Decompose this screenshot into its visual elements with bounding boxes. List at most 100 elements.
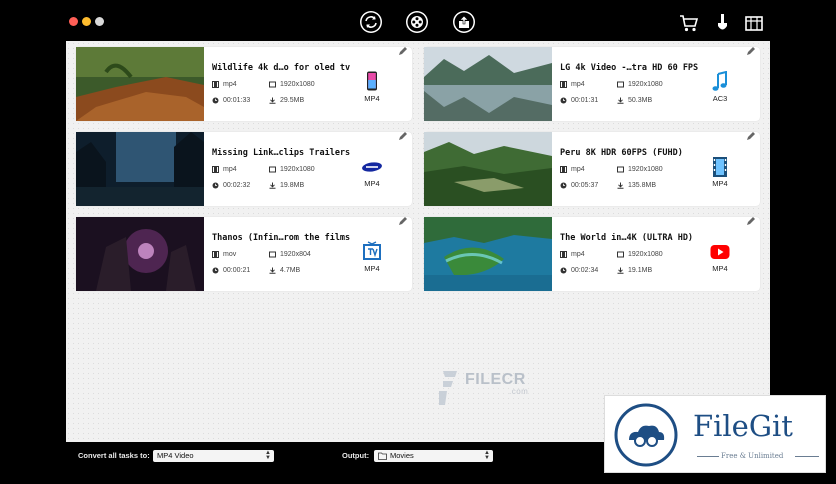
download-icon xyxy=(617,97,624,104)
video-resolution: 1920x804 xyxy=(280,251,311,258)
resolution-info: 1920x1080 xyxy=(617,251,663,258)
duration-info: 00:01:33 xyxy=(212,97,250,104)
video-duration: 00:02:34 xyxy=(571,267,599,274)
video-thumbnail[interactable] xyxy=(76,132,204,206)
zoom-window-button[interactable] xyxy=(95,17,104,26)
video-resolution: 1920x1080 xyxy=(628,166,663,173)
video-thumbnail[interactable] xyxy=(76,47,204,121)
share-icon[interactable] xyxy=(452,10,476,34)
film-icon xyxy=(560,251,567,258)
resolution-info: 1920x804 xyxy=(269,251,311,258)
resolution-icon xyxy=(617,251,624,258)
iphone-icon xyxy=(367,71,377,91)
toolbox-icon[interactable] xyxy=(744,13,764,33)
filegit-tagline: Free & Unlimited xyxy=(721,452,784,460)
video-format: mp4 xyxy=(223,81,237,88)
video-duration: 00:05:37 xyxy=(571,182,599,189)
output-format-button[interactable]: MP4 xyxy=(358,241,386,273)
video-task-card[interactable]: Peru 8K HDR 60FPS (FUHD) mp4 1920x1080 0… xyxy=(424,132,760,206)
video-format: mp4 xyxy=(571,166,585,173)
pencil-icon[interactable] xyxy=(745,46,756,57)
output-format-button[interactable]: MP4 xyxy=(358,156,386,188)
video-task-card[interactable]: Thanos (Infin…rom the films mov 1920x804… xyxy=(76,217,412,291)
resolution-icon xyxy=(269,166,276,173)
task-list-area: Wildlife 4k d…o for oled tv mp4 1920x108… xyxy=(66,41,770,442)
video-resolution: 1920x1080 xyxy=(628,81,663,88)
film-icon xyxy=(560,81,567,88)
filecr-watermark: FILECR .com xyxy=(465,371,528,396)
download-icon xyxy=(269,267,276,274)
film-icon xyxy=(212,81,219,88)
video-title: The World in…4K (ULTRA HD) xyxy=(560,233,694,243)
video-title: Thanos (Infin…rom the films xyxy=(212,233,351,243)
format-info: mp4 xyxy=(212,166,237,173)
close-window-button[interactable] xyxy=(69,17,78,26)
download-icon xyxy=(269,182,276,189)
format-info: mp4 xyxy=(560,166,585,173)
film-reel-icon[interactable] xyxy=(405,10,429,34)
pencil-icon[interactable] xyxy=(745,131,756,142)
video-title: LG 4k Video -…tra HD 60 FPS xyxy=(560,63,699,73)
tv-icon xyxy=(363,241,381,260)
pencil-icon[interactable] xyxy=(397,216,408,227)
output-format-button[interactable]: MP4 xyxy=(358,71,386,103)
brush-icon[interactable] xyxy=(712,13,732,33)
divider xyxy=(795,456,819,457)
app-window: Wildlife 4k d…o for oled tv mp4 1920x108… xyxy=(0,0,836,484)
pencil-icon[interactable] xyxy=(745,216,756,227)
resolution-icon xyxy=(617,81,624,88)
pencil-icon[interactable] xyxy=(397,46,408,57)
video-resolution: 1920x1080 xyxy=(628,251,663,258)
output-format-label: MP4 xyxy=(364,94,380,103)
filecr-logo-icon xyxy=(439,371,457,405)
size-info: 19.1MB xyxy=(617,267,652,274)
output-format-label: MP4 xyxy=(364,179,380,188)
cart-icon[interactable] xyxy=(679,13,699,33)
filegit-watermark: FileGit Free & Unlimited xyxy=(604,395,826,473)
music-note-icon xyxy=(712,71,727,91)
resolution-icon xyxy=(269,81,276,88)
format-info: mov xyxy=(212,251,236,258)
video-thumbnail[interactable] xyxy=(76,217,204,291)
video-thumbnail[interactable] xyxy=(424,47,552,121)
video-thumbnail[interactable] xyxy=(424,217,552,291)
download-icon xyxy=(617,182,624,189)
video-task-card[interactable]: Wildlife 4k d…o for oled tv mp4 1920x108… xyxy=(76,47,412,121)
title-bar xyxy=(0,0,836,42)
file-size: 50.3MB xyxy=(628,97,653,104)
output-format-button[interactable]: MP4 xyxy=(706,156,734,188)
resolution-info: 1920x1080 xyxy=(617,166,663,173)
duration-info: 00:01:31 xyxy=(560,97,598,104)
output-folder-value: Movies xyxy=(390,451,414,460)
resolution-info: 1920x1080 xyxy=(269,166,315,173)
select-arrows-icon: ▲ ▼ xyxy=(265,450,271,461)
file-size: 4.7MB xyxy=(280,267,301,274)
output-format-button[interactable]: AC3 xyxy=(706,71,734,103)
video-task-card[interactable]: LG 4k Video -…tra HD 60 FPS mp4 1920x108… xyxy=(424,47,760,121)
video-task-card[interactable]: The World in…4K (ULTRA HD) mp4 1920x1080… xyxy=(424,217,760,291)
folder-icon xyxy=(378,452,387,460)
minimize-window-button[interactable] xyxy=(82,17,91,26)
output-format-button[interactable]: MP4 xyxy=(706,241,734,273)
youtube-icon xyxy=(710,245,730,259)
pencil-icon[interactable] xyxy=(397,131,408,142)
video-task-card[interactable]: Missing Link…clips Trailers mp4 1920x108… xyxy=(76,132,412,206)
resolution-info: 1920x1080 xyxy=(269,81,315,88)
video-resolution: 1920x1080 xyxy=(280,166,315,173)
video-format: mp4 xyxy=(223,166,237,173)
convert-refresh-icon[interactable] xyxy=(359,10,383,34)
output-format-label: MP4 xyxy=(712,179,728,188)
size-info: 29.5MB xyxy=(269,97,304,104)
watermark-text: FILECR xyxy=(465,371,526,388)
convert-all-select[interactable]: MP4 Video ▲ ▼ xyxy=(153,450,274,462)
size-info: 4.7MB xyxy=(269,267,300,274)
resolution-icon xyxy=(617,166,624,173)
convert-all-value: MP4 Video xyxy=(157,451,194,460)
video-format: mp4 xyxy=(571,81,585,88)
output-folder-select[interactable]: Movies ▲ ▼ xyxy=(374,450,493,462)
format-info: mp4 xyxy=(560,81,585,88)
duration-info: 00:02:32 xyxy=(212,182,250,189)
video-thumbnail[interactable] xyxy=(424,132,552,206)
video-format: mp4 xyxy=(571,251,585,258)
video-duration: 00:01:31 xyxy=(571,97,599,104)
